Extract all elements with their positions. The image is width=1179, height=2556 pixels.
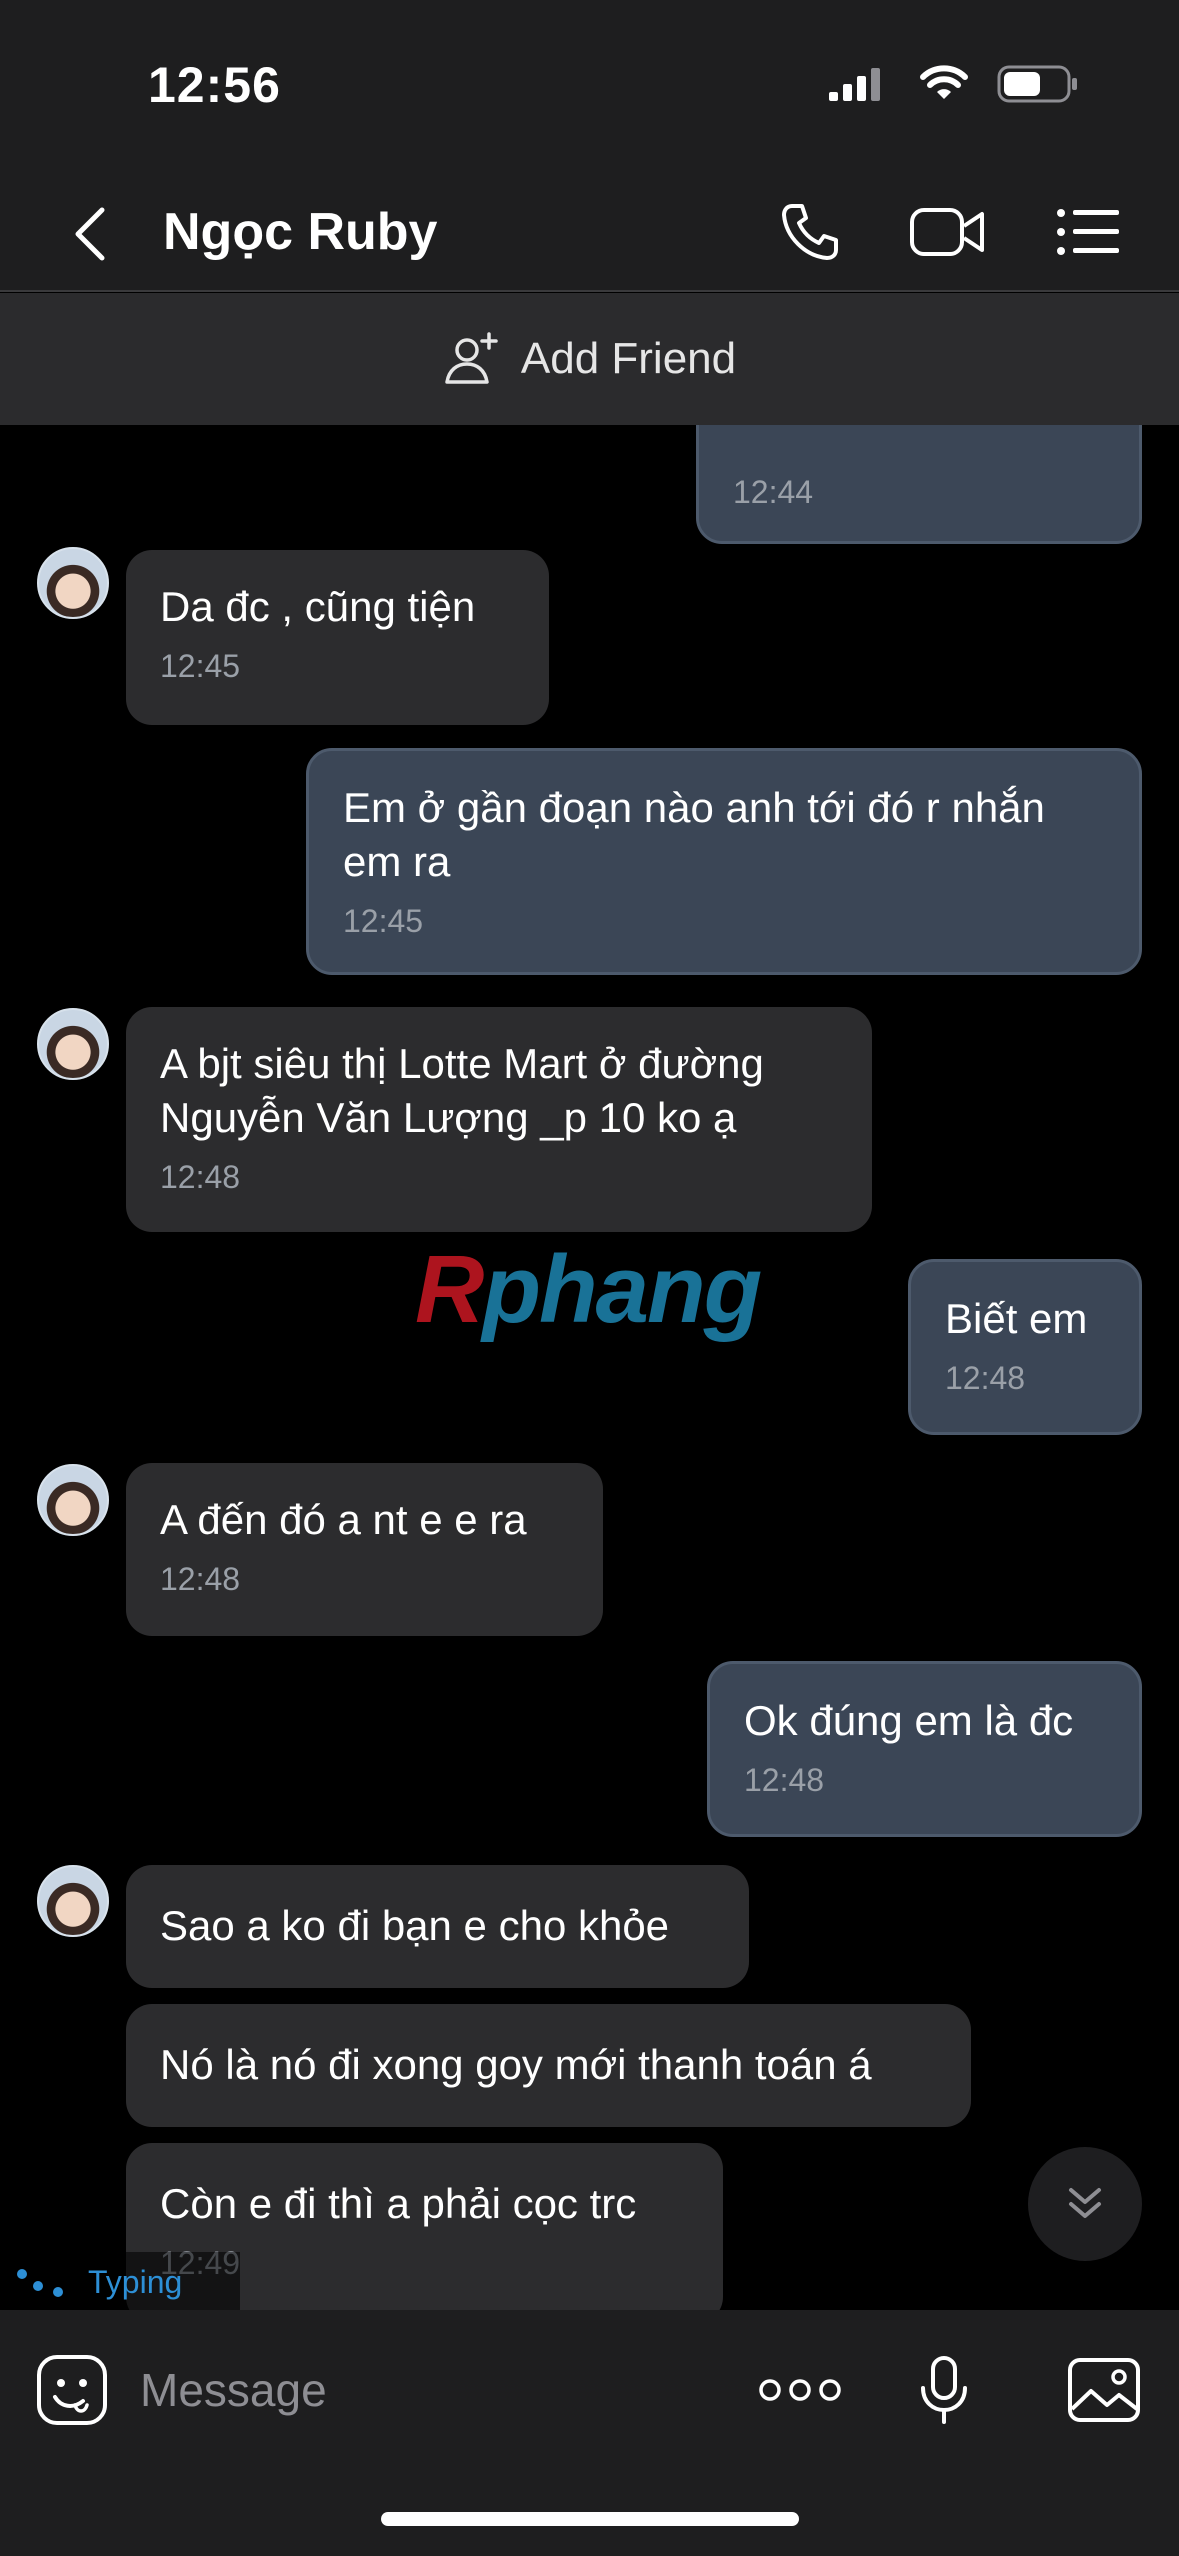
voice-message-button[interactable] (902, 2348, 986, 2432)
back-button[interactable] (50, 194, 130, 274)
contact-name[interactable]: Ngọc Ruby (163, 202, 437, 262)
add-person-icon (445, 332, 498, 384)
status-bar: 12:56 (0, 0, 1179, 170)
battery-icon (997, 64, 1079, 109)
message-text: Còn e đi thì a phải cọc trc (160, 2180, 637, 2227)
wifi-icon (919, 65, 969, 108)
message-time: 12:44 (733, 474, 814, 510)
chat-header: Ngọc Ruby (0, 170, 1179, 292)
message-text: Da đc , cũng tiện (160, 583, 476, 630)
message-text: Biết em (945, 1295, 1088, 1342)
menu-list-icon (1057, 209, 1119, 255)
message-text: Sao a ko đi bạn e cho khỏe (160, 1902, 670, 1949)
avatar[interactable] (37, 1008, 109, 1080)
phone-icon (782, 204, 838, 260)
scroll-to-bottom-button[interactable] (1028, 2147, 1142, 2261)
chat-screen: 12:56 Ngọc Ruby Add Friend 12:44 Da đc ,… (0, 0, 1179, 2556)
message-bubble-outgoing[interactable]: Em ở gần đoạn nào anh tới đó r nhắn em r… (306, 748, 1142, 975)
typing-label: Typing (88, 2263, 183, 2300)
back-icon (75, 207, 105, 261)
status-icons (827, 64, 1079, 109)
message-text: A đến đó a nt e e ra (160, 1496, 527, 1543)
options-menu-button[interactable] (1048, 192, 1128, 272)
message-bubble-incoming[interactable]: A bjt siêu thị Lotte Mart ở đường Nguyễn… (126, 1007, 872, 1232)
typing-dots-icon (17, 2269, 63, 2297)
message-text: Nó là nó đi xong goy mới thanh toán á (160, 2041, 872, 2088)
message-bubble-outgoing[interactable]: Ok đúng em là đc 12:48 (707, 1661, 1142, 1837)
signal-icon (827, 66, 891, 107)
video-call-button[interactable] (908, 192, 988, 272)
message-time: 12:48 (945, 1360, 1026, 1396)
microphone-icon (921, 2356, 967, 2424)
more-dots-icon (759, 2379, 841, 2401)
message-text: Ok đúng em là đc (744, 1697, 1074, 1744)
message-time: 12:45 (343, 903, 424, 939)
message-bubble-outgoing[interactable]: Biết em 12:48 (908, 1259, 1142, 1435)
add-friend-label: Add Friend (520, 334, 737, 383)
status-time: 12:56 (148, 57, 281, 113)
sticker-icon (37, 2355, 107, 2425)
avatar[interactable] (37, 1865, 109, 1937)
home-indicator[interactable] (381, 2512, 799, 2526)
watermark-logo: Rphang (415, 1236, 762, 1343)
typing-indicator: Typing (0, 2252, 240, 2312)
message-text: A bjt siêu thị Lotte Mart ở đường Nguyễn… (160, 1040, 764, 1141)
message-text: Em ở gần đoạn nào anh tới đó r nhắn em r… (343, 784, 1045, 885)
avatar[interactable] (37, 1464, 109, 1536)
message-time: 12:48 (160, 1561, 241, 1597)
add-friend-button[interactable]: Add Friend (0, 293, 1179, 425)
message-bubble-incoming[interactable]: Nó là nó đi xong goy mới thanh toán á (126, 2004, 971, 2127)
message-bubble-incoming[interactable]: A đến đó a nt e e ra 12:48 (126, 1463, 603, 1636)
message-time: 12:48 (160, 1159, 241, 1195)
sticker-button[interactable] (30, 2348, 114, 2432)
message-list[interactable]: 12:44 Da đc , cũng tiện 12:45 Em ở gần đ… (0, 425, 1179, 2310)
message-time: 12:45 (160, 648, 241, 684)
image-picker-button[interactable] (1062, 2348, 1146, 2432)
chevron-double-down-icon (1069, 2188, 1101, 2218)
avatar[interactable] (37, 547, 109, 619)
message-bubble-outgoing[interactable]: 12:44 (696, 425, 1142, 544)
video-call-icon (910, 208, 984, 256)
message-bubble-incoming[interactable]: Sao a ko đi bạn e cho khỏe (126, 1865, 749, 1988)
image-icon (1068, 2358, 1140, 2422)
message-input[interactable] (140, 2340, 700, 2440)
message-time: 12:48 (744, 1762, 825, 1798)
message-bubble-incoming[interactable]: Da đc , cũng tiện 12:45 (126, 550, 549, 725)
call-button[interactable] (770, 192, 850, 272)
more-options-button[interactable] (758, 2348, 842, 2432)
